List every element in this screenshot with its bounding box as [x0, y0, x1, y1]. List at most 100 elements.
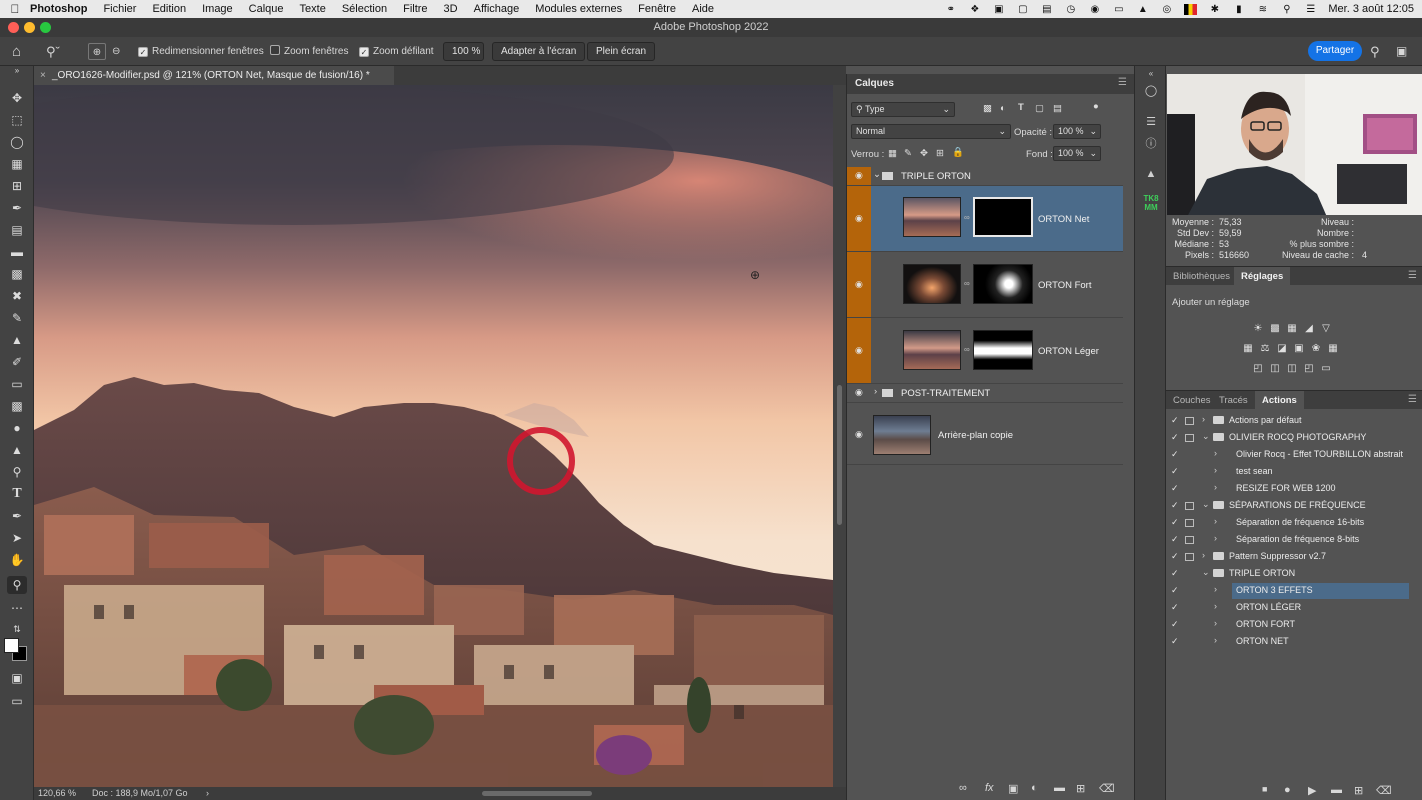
fill-field[interactable]: 100 % ⌄: [1053, 146, 1101, 161]
brightness-icon[interactable]: ☀: [1251, 322, 1265, 335]
binoculars-icon[interactable]: ◉: [1088, 4, 1101, 15]
screen-icon[interactable]: ▢: [1016, 4, 1029, 15]
gradient-tool-icon[interactable]: ▩: [7, 397, 27, 415]
home-icon[interactable]: ⌂: [12, 43, 21, 60]
workspace-icon[interactable]: ▣: [1396, 43, 1407, 60]
chevron-right-icon[interactable]: ›: [1214, 465, 1217, 475]
close-icon[interactable]: ×: [40, 66, 46, 85]
menu-3d[interactable]: 3D: [436, 3, 466, 15]
sharpen-tool-icon[interactable]: ▲: [7, 441, 27, 459]
layer-thumbnail[interactable]: [903, 330, 961, 370]
lock-position-icon[interactable]: ✥: [920, 148, 928, 159]
layer-background-copy[interactable]: ◉ Arrière-plan copie: [847, 403, 1123, 465]
visibility-eye-icon[interactable]: ◉: [855, 387, 865, 398]
chevron-right-icon[interactable]: ›: [1214, 516, 1217, 526]
chevron-right-icon[interactable]: ›: [1214, 482, 1217, 492]
action-row[interactable]: ✓ › ORTON LÉGER: [1166, 600, 1422, 617]
selective-color-icon[interactable]: ◰: [1302, 362, 1316, 375]
airplay-icon[interactable]: ▲: [1136, 4, 1149, 15]
action-set-row[interactable]: ✓ › Actions par défaut: [1166, 413, 1422, 430]
fit-screen-button[interactable]: Adapter à l'écran: [492, 42, 586, 61]
eyedropper-tool-icon[interactable]: ✒: [7, 199, 27, 217]
gradient-fill-icon[interactable]: ▭: [1319, 362, 1333, 375]
canvas-vertical-scrollbar[interactable]: [833, 85, 846, 787]
add-mask-icon[interactable]: ▣: [1008, 782, 1018, 795]
chevron-right-icon[interactable]: ›: [206, 787, 209, 800]
action-row[interactable]: ✓ › Olivier Rocq - Effet TOURBILLON abstra…: [1166, 447, 1422, 464]
hue-saturation-icon[interactable]: ▦: [1241, 342, 1255, 355]
action-set-row[interactable]: ✓ › Pattern Suppressor v2.7: [1166, 549, 1422, 566]
menu-app[interactable]: Photoshop: [30, 3, 95, 15]
link-icon[interactable]: ∞: [964, 345, 970, 354]
new-action-icon[interactable]: ⊞: [1354, 784, 1363, 797]
clock-icon[interactable]: ◷: [1064, 4, 1077, 15]
search-icon[interactable]: ⚲: [1370, 43, 1380, 60]
info-icon[interactable]: ⓘ: [1143, 136, 1159, 152]
crop-tool-icon[interactable]: ⊞: [7, 177, 27, 195]
dropbox-icon[interactable]: ❖: [968, 4, 981, 15]
menu-select[interactable]: Sélection: [334, 3, 395, 15]
action-set-row[interactable]: ✓ ⌄ TRIPLE ORTON: [1166, 566, 1422, 583]
adjustment-layer-icon[interactable]: ◐: [1031, 782, 1038, 794]
zoom-value-field[interactable]: 100 %: [443, 42, 484, 61]
toggle-item-check-icon[interactable]: ✓: [1171, 432, 1179, 443]
dodge-tool-icon[interactable]: ⚲: [7, 463, 27, 481]
layer-orton-fort[interactable]: ◉ ∞ ORTON Fort: [847, 252, 1123, 318]
bandage-tool-icon[interactable]: ▬: [7, 243, 27, 261]
delete-action-icon[interactable]: ⌫: [1376, 784, 1392, 797]
filter-toggle-icon[interactable]: ●: [1093, 101, 1099, 112]
toggle-item-check-icon[interactable]: ✓: [1171, 466, 1179, 477]
dialog-toggle-icon[interactable]: [1185, 536, 1194, 544]
photo-filter-icon[interactable]: ▣: [1292, 342, 1306, 355]
exposure-icon[interactable]: ◢: [1302, 322, 1316, 335]
panel-menu-icon[interactable]: ☰: [1408, 270, 1417, 281]
visibility-eye-icon[interactable]: ◉: [855, 429, 865, 440]
tab-adjustments[interactable]: Réglages: [1234, 267, 1291, 286]
color-lookup-icon[interactable]: ▦: [1326, 342, 1340, 355]
dialog-toggle-icon[interactable]: [1185, 519, 1194, 527]
menu-plugins[interactable]: Modules externes: [527, 3, 630, 15]
toggle-item-check-icon[interactable]: ✓: [1171, 551, 1179, 562]
chevron-right-icon[interactable]: ›: [1214, 533, 1217, 543]
color-balance-icon[interactable]: ⚖: [1258, 342, 1272, 355]
curves-icon[interactable]: ▦: [1285, 322, 1299, 335]
chevron-down-icon[interactable]: ⌄: [873, 169, 881, 180]
layer-thumbnail[interactable]: [903, 264, 961, 304]
menu-layer[interactable]: Calque: [241, 3, 292, 15]
toggle-item-check-icon[interactable]: ✓: [1171, 449, 1179, 460]
collapse-icon[interactable]: «: [1143, 66, 1159, 82]
menu-view[interactable]: Affichage: [466, 3, 528, 15]
action-row[interactable]: ✓ › ORTON NET: [1166, 634, 1422, 651]
layers-panel-title[interactable]: Calques: [855, 78, 894, 89]
toggle-item-check-icon[interactable]: ✓: [1171, 534, 1179, 545]
zoom-out-icon[interactable]: ⊖: [112, 43, 120, 60]
filter-adjustment-icon[interactable]: ◐: [1000, 103, 1006, 114]
chevron-right-icon[interactable]: ›: [1214, 635, 1217, 645]
canvas[interactable]: ⊕: [34, 85, 833, 787]
chevron-down-icon[interactable]: ⌄: [1202, 499, 1210, 510]
clipboard-icon[interactable]: ▤: [1040, 4, 1053, 15]
horizontal-scroll-thumb[interactable]: [482, 791, 592, 796]
object-selection-tool-icon[interactable]: ▦: [7, 155, 27, 173]
chevron-right-icon[interactable]: ›: [1202, 550, 1205, 560]
layer-group-post-traitement[interactable]: ◉ › POST-TRAITEMENT: [847, 384, 1123, 403]
visibility-eye-icon[interactable]: ◉: [855, 213, 865, 224]
layer-orton-net[interactable]: ◉ ∞ ORTON Net: [847, 186, 1123, 252]
brush-tool-icon[interactable]: ✎: [7, 309, 27, 327]
layer-orton-leger[interactable]: ◉ ∞ ORTON Léger: [847, 318, 1123, 384]
layer-thumbnail[interactable]: [873, 415, 931, 455]
dialog-toggle-icon[interactable]: [1185, 417, 1194, 425]
foreground-color-swatch[interactable]: [4, 638, 19, 653]
link-icon[interactable]: ∞: [964, 213, 970, 222]
action-row[interactable]: ✓ › RESIZE FOR WEB 1200: [1166, 481, 1422, 498]
more-tools-icon[interactable]: ⋯: [7, 599, 27, 617]
stop-icon[interactable]: ■: [1262, 784, 1267, 794]
collapse-icon[interactable]: »: [7, 66, 27, 76]
chevron-right-icon[interactable]: ›: [1214, 584, 1217, 594]
tab-libraries[interactable]: Bibliothèques: [1166, 267, 1237, 286]
close-window-button[interactable]: [8, 22, 19, 33]
link-layers-icon[interactable]: ∞: [959, 782, 967, 794]
layer-mask-thumbnail[interactable]: [973, 197, 1033, 237]
link-icon[interactable]: ∞: [964, 279, 970, 288]
layer-style-fx-icon[interactable]: fx: [985, 782, 994, 794]
